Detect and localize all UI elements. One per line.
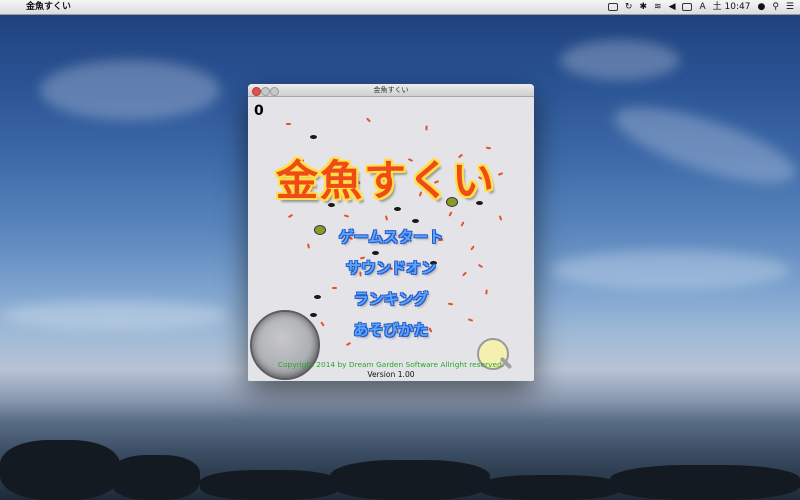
fish-icon bbox=[310, 135, 317, 139]
petal bbox=[343, 214, 350, 218]
wifi-icon[interactable]: ≋ bbox=[654, 0, 662, 14]
petal bbox=[497, 172, 504, 176]
game-screen[interactable]: 0 金魚すくい ゲームスタート サウンドオン ランキング あそびかた Copyr… bbox=[248, 97, 534, 381]
sync-icon[interactable]: ↻ bbox=[625, 0, 633, 14]
petal bbox=[366, 117, 371, 123]
close-button[interactable] bbox=[252, 87, 261, 96]
petal bbox=[287, 213, 294, 219]
menu-bar: 金魚すくい ↻ ✱ ≋ ◀ A 土 10:47 ● ⚲ ☰ bbox=[0, 0, 800, 15]
status-area: ↻ ✱ ≋ ◀ A 土 10:47 ● ⚲ ☰ bbox=[607, 0, 794, 14]
app-menu[interactable]: 金魚すくい bbox=[26, 0, 71, 14]
fish-icon bbox=[372, 251, 379, 255]
display-status-icon[interactable] bbox=[607, 3, 618, 11]
volume-icon[interactable]: ◀ bbox=[669, 0, 676, 14]
petal bbox=[448, 211, 453, 217]
battery-icon[interactable] bbox=[682, 3, 693, 11]
spotlight-icon[interactable]: ⚲ bbox=[772, 0, 779, 14]
fish-icon bbox=[412, 219, 419, 223]
input-source-icon[interactable]: A bbox=[699, 0, 705, 14]
game-window: 金魚すくい 0 金魚すくい ゲームスタート サウンドオン ランキング あそびかた… bbox=[248, 84, 534, 381]
score-counter: 0 bbox=[254, 103, 264, 119]
petal bbox=[345, 341, 352, 347]
copyright-text: Copyright 2014 by Dream Garden Software … bbox=[277, 360, 505, 369]
window-title: 金魚すくい bbox=[373, 86, 409, 94]
ranking-button[interactable]: ランキング bbox=[248, 288, 534, 309]
petal bbox=[498, 215, 503, 221]
user-icon[interactable]: ● bbox=[757, 0, 765, 14]
petal bbox=[425, 125, 428, 131]
zoom-button[interactable] bbox=[270, 87, 279, 96]
bluetooth-icon[interactable]: ✱ bbox=[639, 0, 647, 14]
fish-icon bbox=[310, 313, 317, 317]
version-text: Version 1.00 bbox=[367, 370, 415, 379]
minimize-button[interactable] bbox=[261, 87, 270, 96]
title-bar[interactable]: 金魚すくい bbox=[248, 84, 534, 97]
clock[interactable]: 土 10:47 bbox=[713, 0, 751, 14]
notification-center-icon[interactable]: ☰ bbox=[786, 0, 794, 14]
game-logo: 金魚すくい bbox=[276, 156, 497, 205]
petal bbox=[286, 123, 291, 125]
start-game-button[interactable]: ゲームスタート bbox=[248, 226, 534, 247]
petal bbox=[384, 215, 389, 221]
sound-toggle-button[interactable]: サウンドオン bbox=[248, 257, 534, 278]
